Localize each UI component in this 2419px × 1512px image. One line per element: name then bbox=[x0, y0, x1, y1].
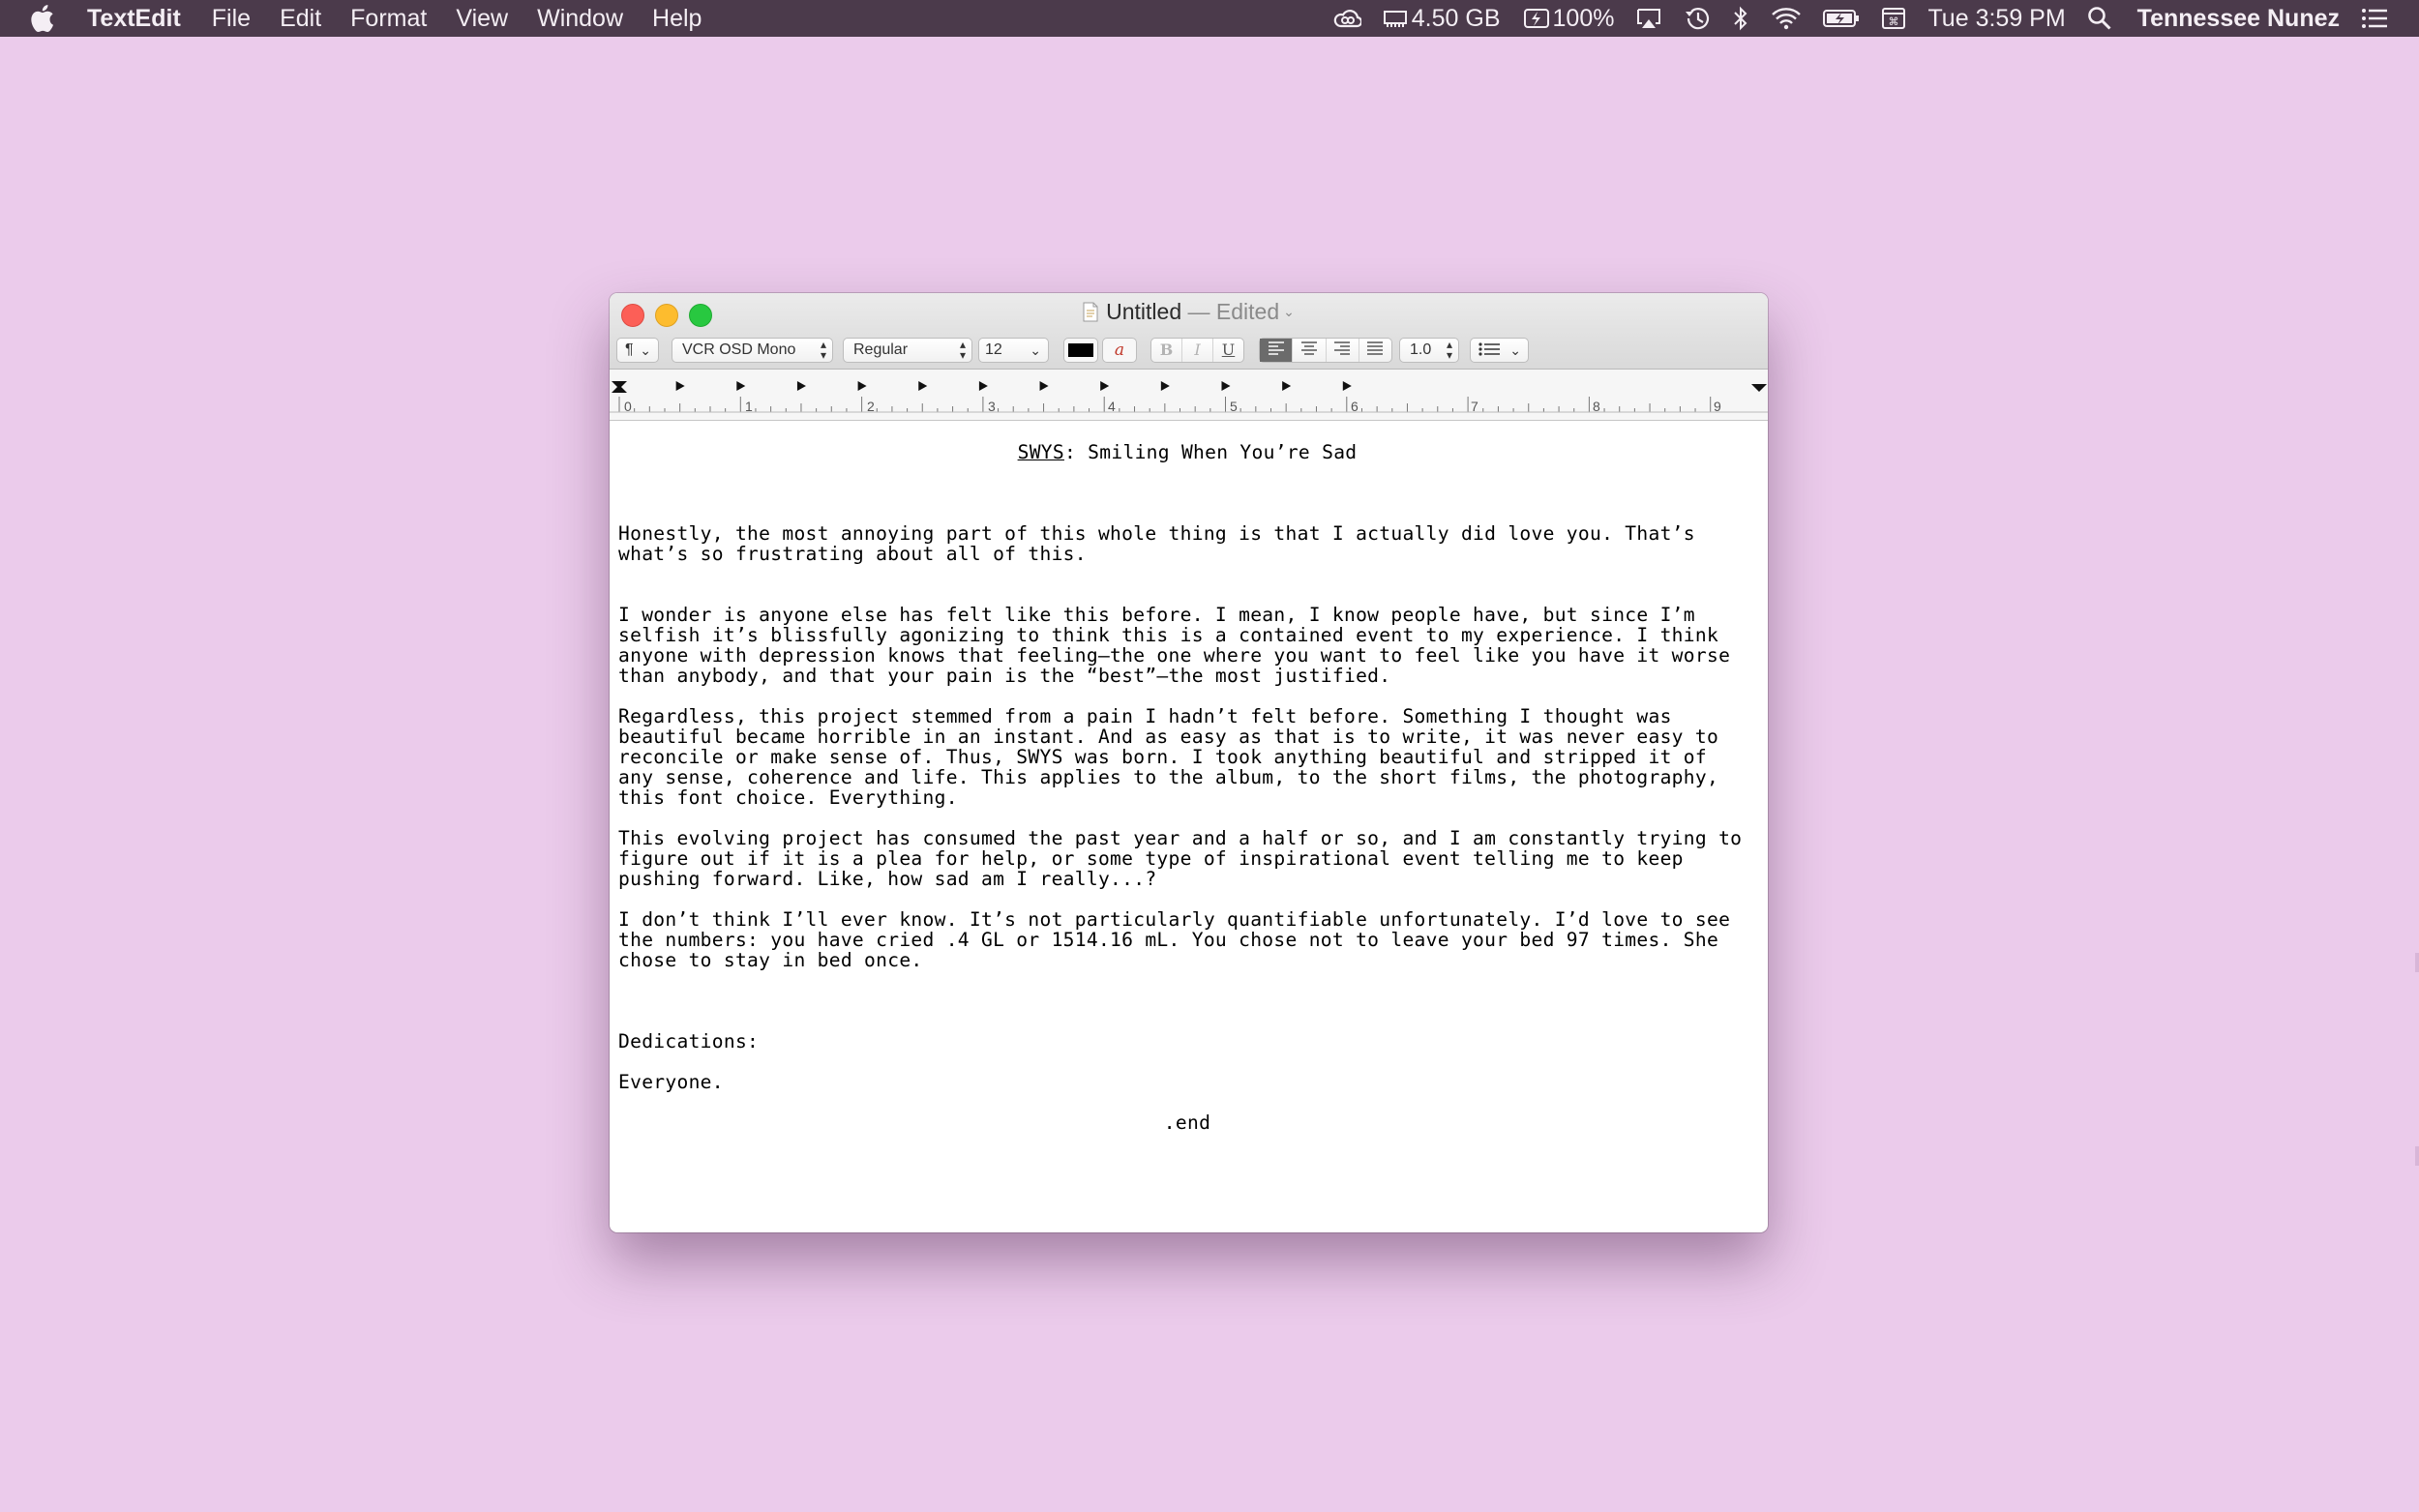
ruler-number: 5 bbox=[1230, 399, 1238, 414]
format-toolbar: ¶ ⌄ VCR OSD Mono ▴ ▾ Regular ▴ ▾ 12 ⌄ a B … bbox=[610, 338, 1768, 365]
paragraph-icon: ¶ bbox=[625, 341, 634, 358]
bold-button[interactable]: B bbox=[1151, 339, 1182, 362]
window-title[interactable]: Untitled — Edited ⌄ bbox=[610, 299, 1768, 325]
document-heading: SWYS: Smiling When You’re Sad bbox=[618, 442, 1756, 462]
spotlight-search-icon[interactable] bbox=[2087, 6, 2112, 31]
align-right-icon bbox=[1334, 341, 1351, 355]
alignment-buttons bbox=[1259, 338, 1392, 363]
airplay-icon[interactable] bbox=[1635, 7, 1662, 30]
creative-cloud-icon[interactable] bbox=[1332, 8, 1361, 29]
font-style-value: Regular bbox=[853, 341, 909, 358]
document-text-area[interactable]: SWYS: Smiling When You’re Sad Honestly, … bbox=[610, 421, 1768, 1133]
menubar-clock[interactable]: Tue 3:59 PM bbox=[1927, 5, 2065, 33]
memory-value: 4.50 GB bbox=[1411, 4, 1501, 32]
paragraph-styles-popup[interactable]: ¶ ⌄ bbox=[616, 338, 659, 363]
menu-edit[interactable]: Edit bbox=[280, 0, 321, 37]
ruler-number: 9 bbox=[1714, 399, 1721, 414]
justify-icon bbox=[1367, 341, 1384, 355]
chevron-down-icon: ⌄ bbox=[640, 342, 651, 358]
desktop-edge-mark bbox=[2415, 953, 2419, 972]
ruler-number: 8 bbox=[1593, 399, 1600, 414]
menu-window[interactable]: Window bbox=[537, 0, 623, 37]
chevron-down-icon: ⌄ bbox=[1030, 342, 1041, 358]
font-family-popup[interactable]: VCR OSD Mono ▴ ▾ bbox=[672, 338, 833, 363]
menu-bar: TextEdit File Edit Format View Window He… bbox=[0, 0, 2419, 37]
title-separator: — bbox=[1181, 299, 1216, 324]
power-bolt-icon bbox=[1523, 9, 1549, 28]
wifi-icon[interactable] bbox=[1771, 7, 1802, 30]
ruler-number: 2 bbox=[867, 399, 875, 414]
paragraph-1: Honestly, the most annoying part of this… bbox=[618, 522, 1695, 565]
justify-button[interactable] bbox=[1359, 339, 1391, 362]
updown-arrows-icon: ▴ ▾ bbox=[959, 338, 966, 362]
time-machine-icon[interactable] bbox=[1684, 6, 1711, 31]
dedications-label: Dedications: bbox=[618, 1030, 760, 1052]
align-right-button[interactable] bbox=[1327, 339, 1359, 362]
ruler-number: 7 bbox=[1471, 399, 1478, 414]
heading-underlined-abbrev: SWYS bbox=[1017, 441, 1064, 463]
ruler-number: 4 bbox=[1108, 399, 1116, 414]
paragraph-3: Regardless, this project stemmed from a … bbox=[618, 705, 1719, 809]
text-color-swatch bbox=[1068, 343, 1093, 357]
notification-center-icon[interactable] bbox=[2361, 8, 2388, 29]
paragraph-5: I don’t think I’ll ever know. It’s not p… bbox=[618, 908, 1731, 971]
status-area: 4.50 GB 100% ⌘ Tue 3:59 PM Tennessee Nun… bbox=[1311, 0, 2419, 37]
memory-chip-icon bbox=[1383, 11, 1407, 27]
menu-help[interactable]: Help bbox=[652, 0, 702, 37]
heading-rest: : Smiling When You’re Sad bbox=[1063, 441, 1358, 463]
highlight-color-well[interactable]: a bbox=[1102, 338, 1137, 363]
chevron-down-icon: ⌄ bbox=[1509, 342, 1521, 358]
svg-text:⌘: ⌘ bbox=[1889, 15, 1899, 28]
text-style-buttons: B I U bbox=[1150, 338, 1244, 363]
paragraph-2: I wonder is anyone else has felt like th… bbox=[618, 604, 1731, 687]
apple-menu-icon[interactable] bbox=[29, 2, 62, 35]
dedications-text: Everyone. bbox=[618, 1071, 724, 1093]
battery-icon[interactable] bbox=[1823, 8, 1860, 29]
updown-arrows-icon: ▴ ▾ bbox=[820, 338, 826, 362]
user-account-name[interactable]: Tennessee Nunez bbox=[2137, 5, 2340, 33]
font-size-combo[interactable]: 12 ⌄ bbox=[978, 338, 1049, 363]
title-bar[interactable]: Untitled — Edited ⌄ ¶ ⌄ VCR OSD Mono ▴ ▾ R… bbox=[610, 293, 1768, 370]
edited-status: Edited bbox=[1215, 299, 1280, 324]
document-icon bbox=[1083, 302, 1098, 322]
title-chevron-down-icon[interactable]: ⌄ bbox=[1283, 304, 1295, 319]
updown-arrows-icon: ▴ ▾ bbox=[1446, 338, 1452, 362]
highlight-a-icon: a bbox=[1114, 341, 1125, 360]
line-spacing-popup[interactable]: 1.0 ▴ ▾ bbox=[1399, 338, 1459, 363]
battery-percent: 100% bbox=[1552, 4, 1615, 32]
ruler-number: 0 bbox=[624, 399, 632, 414]
ruler-number: 6 bbox=[1351, 399, 1359, 414]
bluetooth-icon[interactable] bbox=[1732, 6, 1749, 31]
memory-status[interactable]: 4.50 GB bbox=[1383, 5, 1501, 33]
align-center-button[interactable] bbox=[1293, 339, 1327, 362]
italic-button[interactable]: I bbox=[1182, 339, 1213, 362]
align-left-button[interactable] bbox=[1260, 339, 1294, 362]
font-size-value: 12 bbox=[985, 341, 1002, 358]
end-marker: .end bbox=[1163, 1112, 1211, 1134]
document-name: Untitled bbox=[1106, 299, 1182, 324]
cpu-battery-status[interactable]: 100% bbox=[1522, 4, 1615, 33]
line-spacing-value: 1.0 bbox=[1410, 341, 1432, 358]
menu-file[interactable]: File bbox=[212, 0, 251, 37]
text-color-well[interactable] bbox=[1063, 338, 1098, 363]
list-bullets-popup[interactable]: ⌄ bbox=[1470, 338, 1529, 363]
menu-format[interactable]: Format bbox=[350, 0, 427, 37]
font-style-popup[interactable]: Regular ▴ ▾ bbox=[843, 338, 972, 363]
keyboard-shortcut-icon[interactable]: ⌘ bbox=[1881, 7, 1906, 30]
font-family-value: VCR OSD Mono bbox=[682, 341, 796, 358]
menu-view[interactable]: View bbox=[456, 0, 508, 37]
paragraph-4: This evolving project has consumed the p… bbox=[618, 827, 1743, 890]
app-menu-textedit[interactable]: TextEdit bbox=[87, 0, 181, 37]
ruler-number: 3 bbox=[988, 399, 996, 414]
bullet-list-icon bbox=[1478, 342, 1500, 356]
align-center-icon bbox=[1300, 341, 1317, 355]
textedit-window: Untitled — Edited ⌄ ¶ ⌄ VCR OSD Mono ▴ ▾ R… bbox=[610, 293, 1768, 1232]
ruler-number: 1 bbox=[745, 399, 753, 414]
desktop-edge-mark bbox=[2415, 1146, 2419, 1166]
ruler[interactable]: 0 1 2 3 4 5 6 7 8 9 bbox=[610, 370, 1768, 421]
align-left-icon bbox=[1268, 341, 1284, 355]
underline-button[interactable]: U bbox=[1213, 339, 1243, 362]
